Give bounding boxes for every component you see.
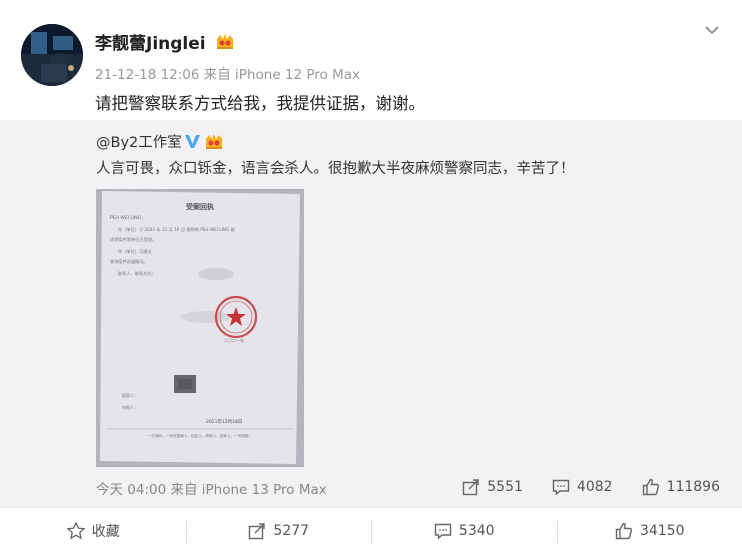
vip-crown-icon[interactable] bbox=[203, 133, 225, 151]
repost-repost-button[interactable]: 5551 bbox=[461, 477, 523, 497]
comment-icon bbox=[551, 477, 571, 497]
star-icon bbox=[66, 521, 86, 541]
doc-footnote: 一式两份，一份交报案人、控告人、申报人、投案人，一份附卷。 bbox=[148, 433, 252, 438]
repost-block[interactable]: @By2工作室 人言可畏，众口铄金，语言会杀人。很抱歉大半夜麻烦警察同志，辛苦了… bbox=[0, 120, 742, 507]
chevron-down-icon[interactable] bbox=[702, 20, 722, 40]
comment-icon bbox=[433, 521, 453, 541]
comment-button[interactable]: 5340 bbox=[371, 508, 557, 554]
repost-like-count: 111896 bbox=[667, 479, 720, 495]
repost-author-name[interactable]: @By2工作室 bbox=[96, 131, 182, 152]
doc-line-4: 查询案件进展情况。 bbox=[110, 258, 148, 265]
repost-comment-button[interactable]: 4082 bbox=[551, 477, 613, 497]
avatar[interactable] bbox=[21, 24, 83, 86]
comment-count: 5340 bbox=[459, 523, 495, 539]
post-footer-bar: 收藏 5277 5340 34150 bbox=[0, 507, 742, 554]
favorite-label: 收藏 bbox=[92, 521, 120, 541]
document-photo[interactable]: 受案回执 PEH WEI LING： 你（单位）于 2021 年 12 月 16… bbox=[96, 189, 304, 467]
like-count: 34150 bbox=[640, 523, 685, 539]
repost-author-row: @By2工作室 bbox=[96, 131, 225, 152]
repost-comment-count: 4082 bbox=[577, 479, 613, 495]
vip-crown-icon[interactable] bbox=[214, 33, 236, 51]
doc-title: 受案回执 bbox=[186, 202, 214, 211]
doc-line-2: 诽谤案件我单位已受理。 bbox=[110, 236, 156, 243]
thumbs-up-icon bbox=[614, 521, 634, 541]
verified-v-icon bbox=[184, 133, 201, 150]
doc-date-line: 2021年12月18日 bbox=[206, 418, 242, 425]
post-meta: 21-12-18 12:06 来自 iPhone 12 Pro Max bbox=[95, 63, 360, 83]
repost-button[interactable]: 5277 bbox=[186, 508, 372, 554]
favorite-button[interactable]: 收藏 bbox=[0, 508, 186, 554]
repost-count: 5277 bbox=[273, 523, 309, 539]
author-row: 李靓蕾Jinglei bbox=[95, 29, 236, 54]
doc-contact-line: 联系人、联系方式： bbox=[118, 270, 156, 277]
repost-action-bar: 5551 4082 111896 bbox=[433, 477, 720, 497]
share-icon bbox=[461, 477, 481, 497]
doc-receiver-line-2: 申报人： bbox=[122, 404, 138, 410]
weibo-post: 李靓蕾Jinglei 21-12-18 12:06 来自 iPhone 12 P… bbox=[0, 0, 742, 507]
repost-like-button[interactable]: 111896 bbox=[641, 477, 720, 497]
thumbs-up-icon bbox=[641, 477, 661, 497]
doc-receiver-line-1: 报案人： bbox=[122, 392, 138, 398]
repost-text: 人言可畏，众口铄金，语言会杀人。很抱歉大半夜麻烦警察同志，辛苦了！ bbox=[96, 157, 575, 178]
author-name[interactable]: 李靓蕾Jinglei bbox=[95, 29, 206, 54]
share-icon bbox=[247, 521, 267, 541]
post-text: 请把警察联系方式给我，我提供证据，谢谢。 bbox=[95, 90, 425, 114]
doc-name-line: PEH WEI LING： bbox=[110, 215, 146, 221]
repost-repost-count: 5551 bbox=[487, 479, 523, 495]
doc-line-1: 你（单位）于 2021 年 12 月 16 日 报称的 PEH WEI LING… bbox=[118, 226, 235, 233]
repost-meta: 今天 04:00 来自 iPhone 13 Pro Max bbox=[96, 478, 327, 498]
doc-signer-line: 二〇二一年 bbox=[224, 337, 244, 343]
like-button[interactable]: 34150 bbox=[557, 508, 742, 554]
doc-line-3: 你（单位）可通过 bbox=[118, 248, 152, 255]
